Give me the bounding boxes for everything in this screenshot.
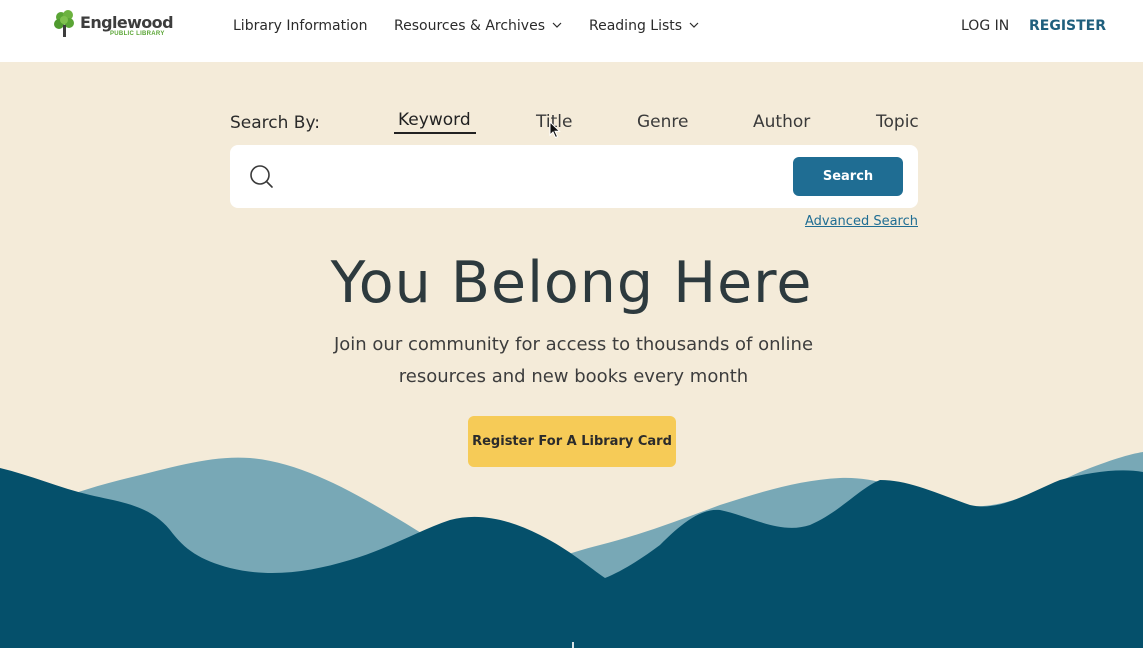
search-button[interactable]: Search <box>793 157 903 196</box>
tab-author[interactable]: Author <box>753 112 810 132</box>
search-by-label: Search By: <box>230 113 321 133</box>
login-link[interactable]: LOG IN <box>961 18 1009 34</box>
tab-keyword[interactable]: Keyword <box>394 110 476 134</box>
logo-name: Englewood <box>80 13 174 32</box>
tab-keyword-label: Keyword <box>398 110 471 130</box>
nav-library-information[interactable]: Library Information <box>233 18 367 34</box>
search-bar: Search <box>230 145 918 208</box>
register-link[interactable]: REGISTER <box>1029 18 1106 34</box>
search-icon <box>250 165 273 188</box>
tree-logo-icon <box>54 10 74 37</box>
mountains-illustration <box>0 452 1143 648</box>
mouse-pointer-icon <box>549 121 561 139</box>
nav-resources-label: Resources & Archives <box>394 18 545 34</box>
chevron-down-icon <box>552 22 562 28</box>
chevron-down-icon <box>689 22 699 28</box>
logo-subtitle: PUBLIC LIBRARY <box>110 31 165 37</box>
search-input[interactable] <box>286 159 776 193</box>
hero-title: You Belong Here <box>330 250 813 316</box>
hero-subtitle: Join our community for access to thousan… <box>333 334 814 387</box>
site-header: Englewood PUBLIC LIBRARY Library Informa… <box>0 0 1143 62</box>
nav-reading-label: Reading Lists <box>589 18 683 34</box>
nav-reading-lists[interactable]: Reading Lists <box>589 18 699 34</box>
tab-topic[interactable]: Topic <box>876 112 919 132</box>
site-logo[interactable]: Englewood PUBLIC LIBRARY <box>52 9 174 39</box>
nav-resources-archives[interactable]: Resources & Archives <box>394 18 562 34</box>
advanced-search-link[interactable]: Advanced Search <box>805 214 918 229</box>
tab-genre[interactable]: Genre <box>637 112 688 132</box>
